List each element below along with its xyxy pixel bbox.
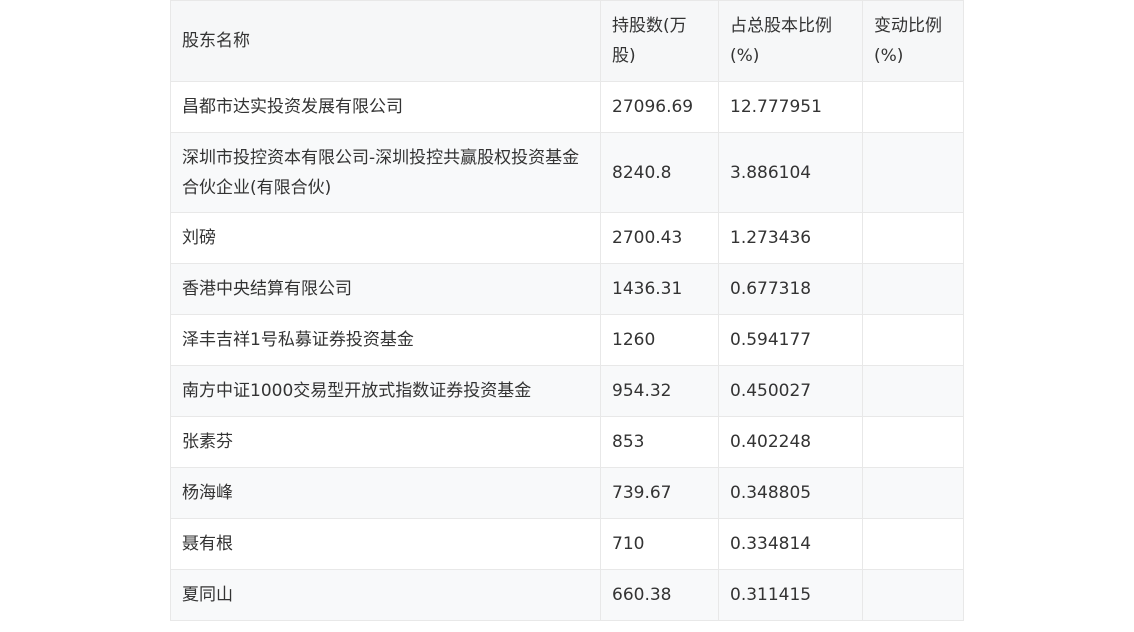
cell-ratio: 3.886104 [718, 132, 863, 213]
table-row: 张素芬 853 0.402248 [170, 416, 964, 468]
cell-shares: 1260 [600, 314, 719, 366]
table-row: 刘磅 2700.43 1.273436 [170, 212, 964, 264]
cell-change [862, 518, 964, 570]
table-body: 昌都市达实投资发展有限公司 27096.69 12.777951 深圳市投控资本… [170, 81, 964, 621]
header-share-ratio: 占总股本比例(%) [718, 0, 863, 82]
cell-change [862, 467, 964, 519]
cell-name: 泽丰吉祥1号私募证券投资基金 [170, 314, 601, 366]
table-row: 聂有根 710 0.334814 [170, 518, 964, 570]
header-shareholder-name: 股东名称 [170, 0, 601, 82]
cell-name: 南方中证1000交易型开放式指数证券投资基金 [170, 365, 601, 417]
cell-ratio: 0.348805 [718, 467, 863, 519]
cell-ratio: 0.594177 [718, 314, 863, 366]
cell-shares: 660.38 [600, 569, 719, 621]
cell-name: 香港中央结算有限公司 [170, 263, 601, 315]
cell-shares: 27096.69 [600, 81, 719, 133]
table-row: 昌都市达实投资发展有限公司 27096.69 12.777951 [170, 81, 964, 133]
cell-shares: 954.32 [600, 365, 719, 417]
cell-shares: 710 [600, 518, 719, 570]
cell-change [862, 365, 964, 417]
cell-name: 深圳市投控资本有限公司-深圳投控共赢股权投资基金合伙企业(有限合伙) [170, 132, 601, 213]
cell-name: 夏同山 [170, 569, 601, 621]
cell-name: 张素芬 [170, 416, 601, 468]
table-row: 夏同山 660.38 0.311415 [170, 569, 964, 621]
table-row: 深圳市投控资本有限公司-深圳投控共赢股权投资基金合伙企业(有限合伙) 8240.… [170, 132, 964, 213]
table-row: 杨海峰 739.67 0.348805 [170, 467, 964, 519]
cell-change [862, 314, 964, 366]
cell-ratio: 1.273436 [718, 212, 863, 264]
cell-name: 杨海峰 [170, 467, 601, 519]
table-row: 南方中证1000交易型开放式指数证券投资基金 954.32 0.450027 [170, 365, 964, 417]
cell-shares: 1436.31 [600, 263, 719, 315]
cell-change [862, 569, 964, 621]
table-row: 泽丰吉祥1号私募证券投资基金 1260 0.594177 [170, 314, 964, 366]
table-header: 股东名称 持股数(万股) 占总股本比例(%) 变动比例(%) [170, 0, 964, 82]
cell-ratio: 0.450027 [718, 365, 863, 417]
cell-change [862, 416, 964, 468]
cell-change [862, 263, 964, 315]
header-shares-held: 持股数(万股) [600, 0, 719, 82]
cell-name: 昌都市达实投资发展有限公司 [170, 81, 601, 133]
cell-change [862, 81, 964, 133]
header-change-ratio: 变动比例(%) [862, 0, 964, 82]
cell-change [862, 212, 964, 264]
cell-shares: 8240.8 [600, 132, 719, 213]
cell-ratio: 0.311415 [718, 569, 863, 621]
cell-shares: 853 [600, 416, 719, 468]
cell-shares: 739.67 [600, 467, 719, 519]
cell-ratio: 0.334814 [718, 518, 863, 570]
cell-ratio: 12.777951 [718, 81, 863, 133]
cell-change [862, 132, 964, 213]
cell-shares: 2700.43 [600, 212, 719, 264]
cell-ratio: 0.677318 [718, 263, 863, 315]
shareholders-table: 股东名称 持股数(万股) 占总股本比例(%) 变动比例(%) 昌都市达实投资发展… [170, 0, 964, 621]
header-row: 股东名称 持股数(万股) 占总股本比例(%) 变动比例(%) [170, 0, 964, 82]
cell-name: 聂有根 [170, 518, 601, 570]
cell-name: 刘磅 [170, 212, 601, 264]
cell-ratio: 0.402248 [718, 416, 863, 468]
table-row: 香港中央结算有限公司 1436.31 0.677318 [170, 263, 964, 315]
